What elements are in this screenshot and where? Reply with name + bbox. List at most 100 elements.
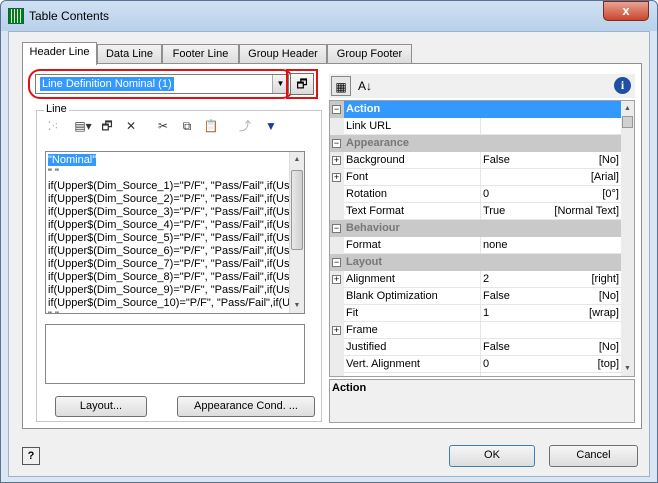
collapse-icon[interactable]: − <box>332 258 341 267</box>
code-line[interactable]: if(Upper$(Dim_Source_5)="P/F", "Pass/Fai… <box>48 232 296 245</box>
code-line[interactable]: " " <box>48 310 59 313</box>
property-value[interactable]: none <box>481 237 621 254</box>
property-name: Frame <box>344 322 481 339</box>
red-highlight-rectangle <box>286 69 318 99</box>
grid-scroll-down-icon[interactable]: ▼ <box>621 361 634 376</box>
append-line-icon[interactable]: ▤▾ <box>73 116 93 136</box>
code-line-text: " " <box>48 167 59 179</box>
code-line-text: if(Upper$(Dim_Source_1)="P/F", "Pass/Fai… <box>48 180 296 192</box>
line-list[interactable]: "Nominal" " " if(Upper$(Dim_Source_1)="P/F… <box>45 151 305 314</box>
property-row[interactable]: Justified False [No] <box>330 339 621 356</box>
expand-icon[interactable]: + <box>332 326 341 335</box>
edit-line-icon[interactable]: 🗗 <box>97 116 117 136</box>
property-value[interactable]: 0 [0°] <box>481 186 621 203</box>
categorized-view-icon[interactable]: ▦ <box>331 76 351 96</box>
appearance-condition-button[interactable]: Appearance Cond. ... <box>177 396 315 417</box>
property-value[interactable]: False [No] <box>481 152 621 169</box>
move-up-icon[interactable]: ⤴ <box>235 116 255 136</box>
code-line[interactable]: if(Upper$(Dim_Source_4)="P/F", "Pass/Fai… <box>48 219 296 232</box>
property-value[interactable] <box>481 118 621 135</box>
property-value[interactable]: 0.600 [0.600 in] <box>481 373 621 376</box>
code-line[interactable]: if(Upper$(Dim_Source_3)="P/F", "Pass/Fai… <box>48 206 296 219</box>
ok-button[interactable]: OK <box>449 445 535 467</box>
delete-icon[interactable]: ✕ <box>121 116 141 136</box>
code-line[interactable]: if(Upper$(Dim_Source_6)="P/F", "Pass/Fai… <box>48 245 296 258</box>
collapse-icon[interactable]: − <box>332 105 341 114</box>
code-line[interactable]: if(Upper$(Dim_Source_2)="P/F", "Pass/Fai… <box>48 193 296 206</box>
tab-group-header[interactable]: Group Header <box>239 44 327 64</box>
collapse-icon[interactable]: − <box>332 224 341 233</box>
code-line[interactable]: if(Upper$(Dim_Source_7)="P/F", "Pass/Fai… <box>48 258 296 271</box>
info-icon[interactable]: i <box>614 77 631 94</box>
property-value[interactable]: True [Normal Text] <box>481 203 621 220</box>
property-row[interactable]: Text Format True [Normal Text] <box>330 203 621 220</box>
code-line[interactable]: if(Upper$(Dim_Source_1)="P/F", "Pass/Fai… <box>48 180 296 193</box>
code-line-text: if(Upper$(Dim_Source_7)="P/F", "Pass/Fai… <box>48 258 296 270</box>
code-line[interactable]: if(Upper$(Dim_Source_10)="P/F", "Pass/Fa… <box>48 297 290 310</box>
expand-icon[interactable]: + <box>332 275 341 284</box>
sort-alphabetical-icon[interactable]: A↓ <box>355 76 375 96</box>
close-button[interactable]: x <box>603 1 649 21</box>
cut-icon[interactable]: ✂ <box>153 116 173 136</box>
insert-line-icon[interactable]: ⁚⁖ <box>43 116 63 136</box>
property-grid[interactable]: − Action Link URL − Appearance + Background Fal… <box>329 100 635 377</box>
property-row[interactable]: Link URL <box>330 118 621 135</box>
paste-icon[interactable]: 📋 <box>201 116 221 136</box>
code-line-text: if(Upper$(Dim_Source_3)="P/F", "Pass/Fai… <box>48 206 296 218</box>
property-row[interactable]: + Alignment 2 [right] <box>330 271 621 288</box>
property-row[interactable]: Format none <box>330 237 621 254</box>
property-row[interactable]: Width0.600 [0.600 in] <box>330 373 621 376</box>
property-row[interactable]: Rotation 0 [0°] <box>330 186 621 203</box>
code-line[interactable]: if(Upper$(Dim_Source_9)="P/F", "Pass/Fai… <box>48 284 296 297</box>
row-gutter <box>330 237 344 254</box>
property-value[interactable]: 1 [wrap] <box>481 305 621 322</box>
code-line[interactable]: " " <box>48 167 59 180</box>
move-down-icon[interactable]: ▼ <box>261 116 281 136</box>
property-category[interactable]: − Behaviour <box>330 220 621 237</box>
expand-icon[interactable]: + <box>332 156 341 165</box>
code-line[interactable]: "Nominal" <box>48 154 97 167</box>
grid-scroll-thumb[interactable] <box>622 116 633 128</box>
grid-scroll-up-icon[interactable]: ▲ <box>621 101 634 116</box>
tab-footer-line[interactable]: Footer Line <box>162 44 239 64</box>
property-value[interactable]: [Arial] <box>481 169 621 186</box>
tab-header-line[interactable]: Header Line <box>22 42 97 65</box>
property-row[interactable]: + Font [Arial] <box>330 169 621 186</box>
tab-group-footer[interactable]: Group Footer <box>327 44 412 64</box>
property-value[interactable] <box>481 322 621 339</box>
property-row[interactable]: Blank Optimization False [No] <box>330 288 621 305</box>
property-value[interactable]: False [No] <box>481 288 621 305</box>
property-grid-scrollbar[interactable]: ▲ ▼ <box>621 101 634 376</box>
copy-icon[interactable]: ⧉ <box>177 116 197 136</box>
property-row[interactable]: + Background False [No] <box>330 152 621 169</box>
property-category[interactable]: − Action <box>330 101 621 118</box>
expand-icon[interactable]: + <box>332 173 341 182</box>
tab-data-line[interactable]: Data Line <box>97 44 162 64</box>
property-category[interactable]: − Layout <box>330 254 621 271</box>
property-value-text: 0.600 <box>483 375 511 376</box>
scroll-thumb[interactable] <box>291 170 303 250</box>
property-row[interactable]: Fit 1 [wrap] <box>330 305 621 322</box>
line-list-scrollbar[interactable]: ▲ ▼ <box>289 152 304 313</box>
property-row[interactable]: Vert. Alignment 0 [top] <box>330 356 621 373</box>
scroll-down-icon[interactable]: ▼ <box>290 298 304 313</box>
dialog-client: Header Line Data Line Footer Line Group … <box>8 31 650 477</box>
code-line-text: if(Upper$(Dim_Source_9)="P/F", "Pass/Fai… <box>48 284 296 296</box>
property-value[interactable]: 2 [right] <box>481 271 621 288</box>
property-help-title: Action <box>332 382 367 394</box>
property-category[interactable]: − Appearance <box>330 135 621 152</box>
header-line-panel: Line Definition Nominal (1) ▼ 🗗 Line ⁚⁖ … <box>22 63 642 429</box>
code-line[interactable]: if(Upper$(Dim_Source_8)="P/F", "Pass/Fai… <box>48 271 296 284</box>
layout-button[interactable]: Layout... <box>55 396 147 417</box>
property-value[interactable]: 0 [top] <box>481 356 621 373</box>
title-bar[interactable]: Table Contents x <box>1 1 657 31</box>
red-highlight-ellipse <box>28 69 294 99</box>
property-value[interactable]: False [No] <box>481 339 621 356</box>
scroll-up-icon[interactable]: ▲ <box>290 152 304 167</box>
collapse-icon[interactable]: − <box>332 139 341 148</box>
help-button[interactable]: ? <box>22 447 40 465</box>
property-value-hint: [No] <box>598 290 619 302</box>
cancel-button[interactable]: Cancel <box>549 445 638 467</box>
line-description-box[interactable] <box>45 324 305 384</box>
property-row[interactable]: + Frame <box>330 322 621 339</box>
